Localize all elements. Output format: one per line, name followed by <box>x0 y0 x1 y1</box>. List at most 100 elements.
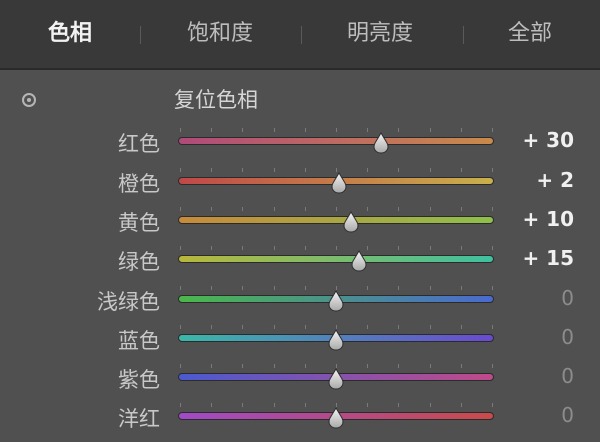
tick-mark <box>398 128 399 132</box>
slider-label: 浅绿色 <box>97 290 160 314</box>
tick-mark <box>336 128 337 132</box>
tick-mark <box>305 207 306 211</box>
tick-mark <box>274 207 275 211</box>
tick-mark <box>492 168 493 172</box>
slider-row: 浅绿色 0 <box>0 280 600 320</box>
tick-mark <box>242 364 243 368</box>
slider-value[interactable]: + 2 <box>536 168 574 192</box>
slider-value[interactable]: + 10 <box>522 207 574 231</box>
tick-mark <box>274 325 275 329</box>
reset-hue-button[interactable]: 复位色相 <box>174 84 258 114</box>
tick-mark <box>430 128 431 132</box>
slider-row: 橙色 + 2 <box>0 162 600 202</box>
slider-thumb[interactable] <box>342 211 360 233</box>
tick-mark <box>211 128 212 132</box>
tab-separator <box>463 26 464 44</box>
tick-mark <box>274 168 275 172</box>
tick-mark <box>398 168 399 172</box>
tick-mark <box>211 325 212 329</box>
slider-thumb[interactable] <box>327 290 345 312</box>
tick-mark <box>367 325 368 329</box>
tick-mark <box>274 286 275 290</box>
tick-mark <box>211 246 212 250</box>
slider-thumb[interactable] <box>330 172 348 194</box>
tick-mark <box>461 168 462 172</box>
tick-mark <box>430 364 431 368</box>
slider-ticks <box>180 246 493 250</box>
slider-value[interactable]: 0 <box>561 286 574 310</box>
slider-label: 红色 <box>118 132 160 156</box>
tick-mark <box>461 403 462 407</box>
slider-row: 洋红 0 <box>0 397 600 437</box>
tick-mark <box>336 207 337 211</box>
slider-row: 蓝色 0 <box>0 319 600 359</box>
target-adjust-icon[interactable] <box>22 93 36 107</box>
tick-mark <box>242 168 243 172</box>
slider-value[interactable]: 0 <box>561 364 574 388</box>
tick-mark <box>180 128 181 132</box>
tick-mark <box>180 286 181 290</box>
tick-mark <box>461 128 462 132</box>
tick-mark <box>492 128 493 132</box>
slider-value[interactable]: + 15 <box>522 246 574 270</box>
tab-luminance[interactable]: 明亮度 <box>325 14 435 54</box>
tick-mark <box>211 207 212 211</box>
slider-ticks <box>180 128 493 132</box>
slider-label: 紫色 <box>118 368 160 392</box>
slider-thumb[interactable] <box>372 132 390 154</box>
slider-row: 黄色 + 10 <box>0 201 600 241</box>
tick-mark <box>430 207 431 211</box>
slider-thumb[interactable] <box>327 329 345 351</box>
tick-mark <box>274 403 275 407</box>
slider-value[interactable]: + 30 <box>522 128 574 152</box>
tick-mark <box>492 207 493 211</box>
tick-mark <box>305 128 306 132</box>
slider-track[interactable] <box>178 255 494 263</box>
tick-mark <box>242 246 243 250</box>
tick-mark <box>430 286 431 290</box>
tick-mark <box>242 286 243 290</box>
tick-mark <box>367 168 368 172</box>
slider-row: 红色 + 30 <box>0 122 600 162</box>
slider-ticks <box>180 207 493 211</box>
tick-mark <box>398 403 399 407</box>
tab-separator <box>140 26 141 44</box>
tick-mark <box>367 286 368 290</box>
tick-mark <box>274 364 275 368</box>
tick-mark <box>305 286 306 290</box>
slider-thumb[interactable] <box>327 368 345 390</box>
tick-mark <box>305 246 306 250</box>
slider-track[interactable] <box>178 137 494 145</box>
slider-value[interactable]: 0 <box>561 403 574 427</box>
tick-mark <box>461 364 462 368</box>
tick-mark <box>430 168 431 172</box>
slider-thumb[interactable] <box>350 250 368 272</box>
tick-mark <box>492 325 493 329</box>
tick-mark <box>492 364 493 368</box>
tick-mark <box>367 128 368 132</box>
tick-mark <box>242 207 243 211</box>
slider-track[interactable] <box>178 216 494 224</box>
tick-mark <box>180 246 181 250</box>
tick-mark <box>242 128 243 132</box>
tick-mark <box>211 364 212 368</box>
tick-mark <box>398 286 399 290</box>
tab-separator <box>301 26 302 44</box>
tab-saturation[interactable]: 饱和度 <box>165 14 275 54</box>
tab-hue[interactable]: 色相 <box>20 14 120 54</box>
tick-mark <box>398 246 399 250</box>
tick-mark <box>398 364 399 368</box>
tick-mark <box>461 246 462 250</box>
slider-thumb[interactable] <box>327 407 345 429</box>
tick-mark <box>461 286 462 290</box>
slider-value[interactable]: 0 <box>561 325 574 349</box>
tick-mark <box>461 325 462 329</box>
tick-mark <box>274 246 275 250</box>
tick-mark <box>180 403 181 407</box>
tick-mark <box>242 403 243 407</box>
tick-mark <box>305 403 306 407</box>
slider-label: 橙色 <box>118 172 160 196</box>
tick-mark <box>367 207 368 211</box>
tick-mark <box>367 403 368 407</box>
tab-all[interactable]: 全部 <box>480 14 580 54</box>
